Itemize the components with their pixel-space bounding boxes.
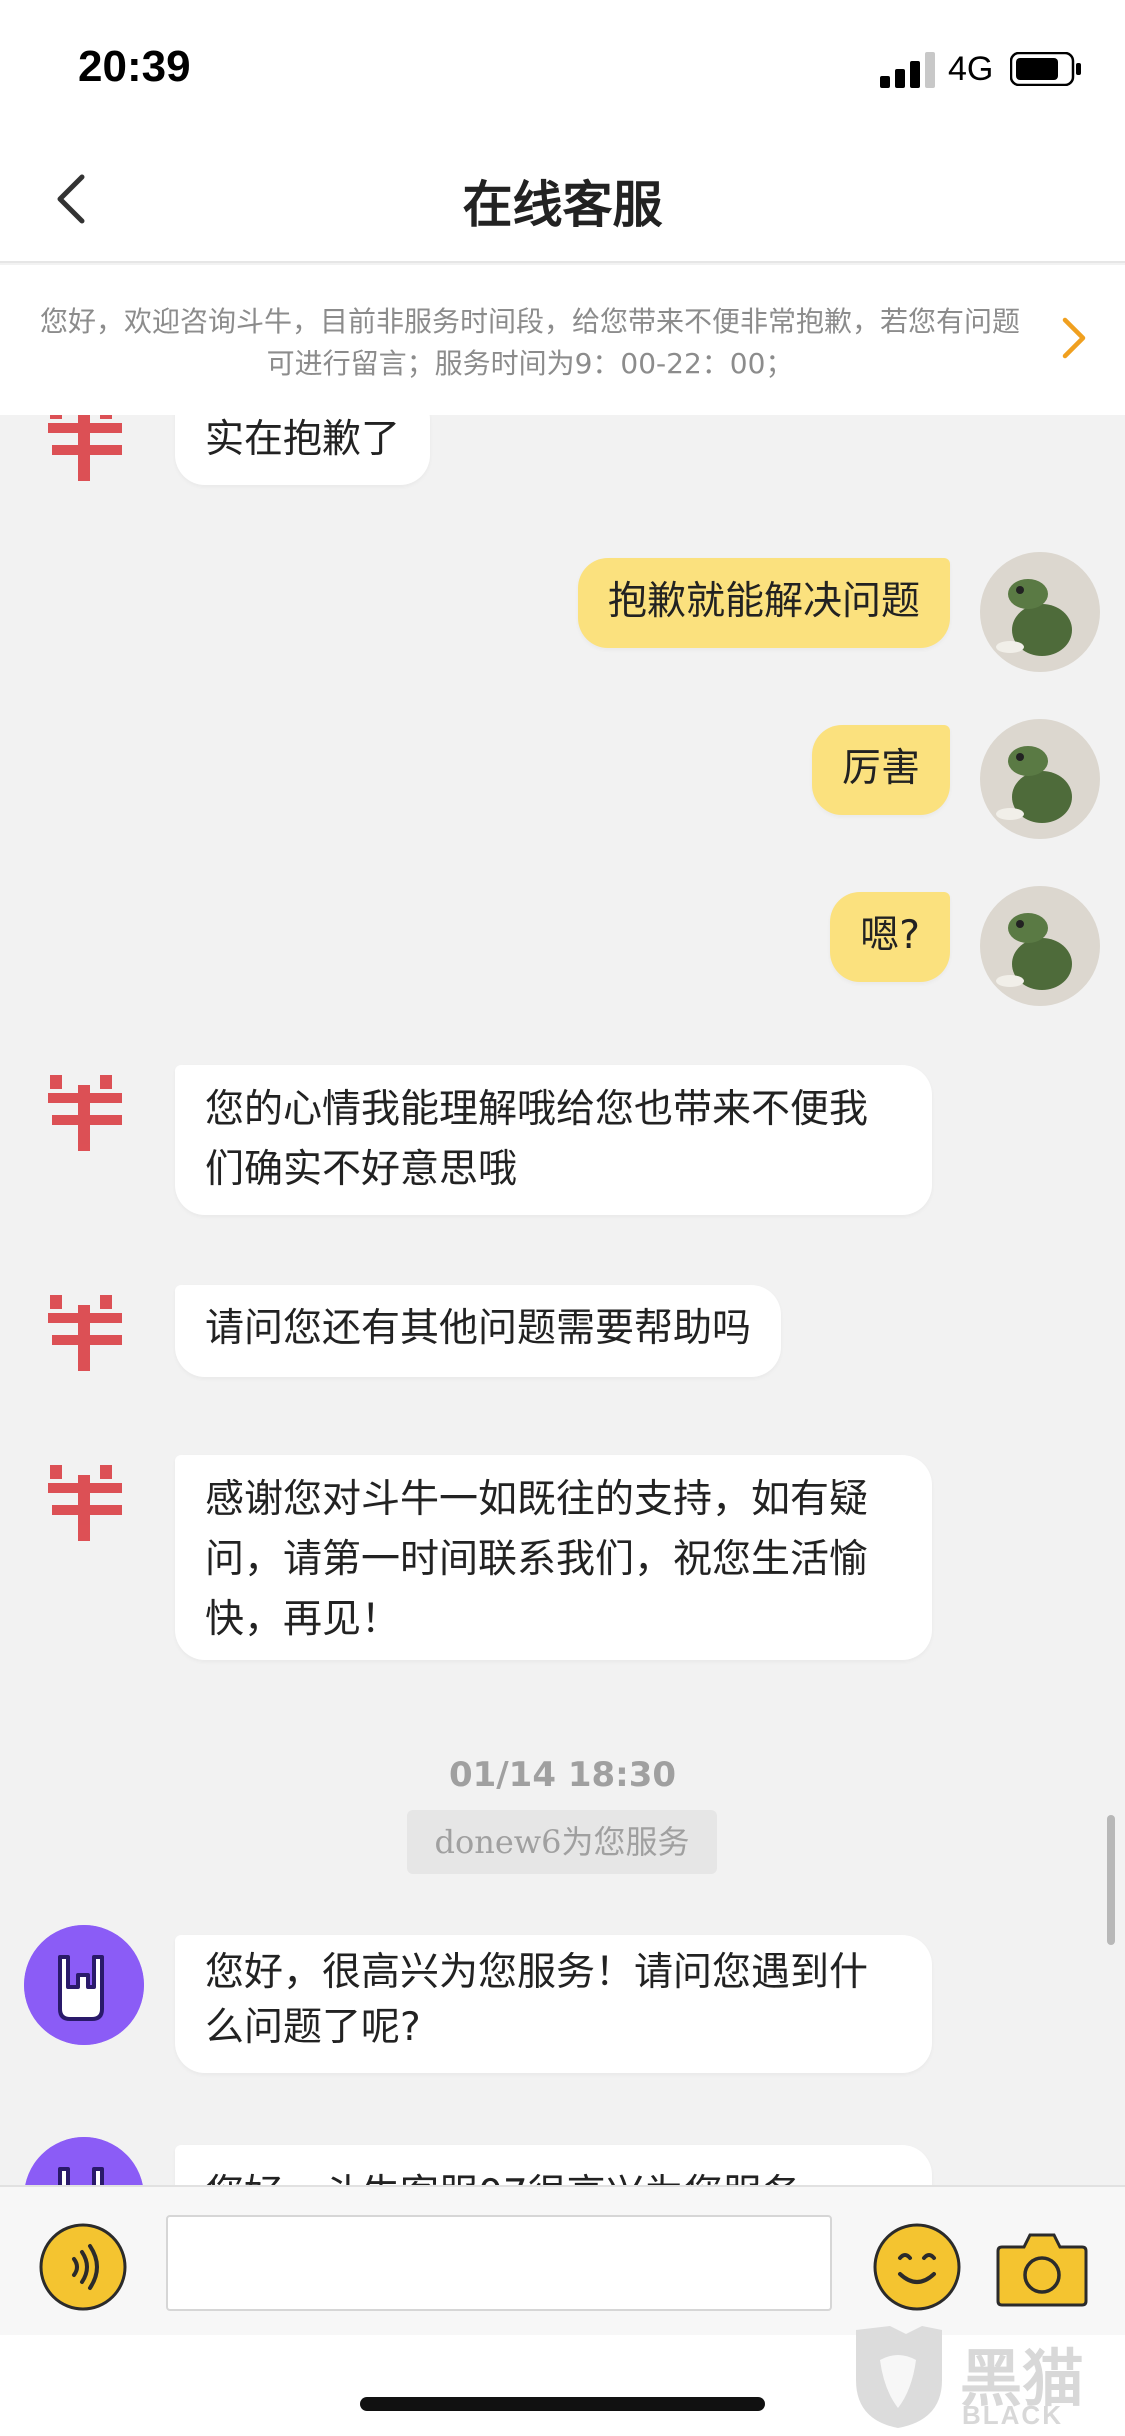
agent-avatar[interactable] (24, 2137, 144, 2185)
service-notice-banner[interactable]: 您好，欢迎咨询斗牛，目前非服务时间段，给您带来不便非常抱歉，若您有问题可进行留言… (0, 265, 1125, 415)
battery-icon (1010, 52, 1081, 86)
emoji-icon[interactable] (872, 2222, 962, 2312)
voice-icon[interactable] (38, 2222, 128, 2312)
chevron-right-icon[interactable] (1060, 315, 1088, 361)
chat-timestamp: 01/14 18:30 (448, 1755, 677, 1795)
page-title: 在线客服 (462, 176, 663, 234)
home-indicator[interactable] (360, 2397, 765, 2411)
nav-bar: 在线客服 (0, 135, 1125, 263)
agent-avatar[interactable] (24, 1925, 144, 2045)
message-bubble: 感谢您对斗牛一如既往的支持，如有疑问，请第一时间联系我们，祝您生活愉快，再见！ (175, 1455, 932, 1660)
message-bubble: 请问您还有其他问题需要帮助吗 (175, 1285, 782, 1377)
agent-logo-icon (48, 415, 122, 481)
signal-icon (880, 52, 935, 88)
user-avatar[interactable] (980, 552, 1100, 672)
frog-avatar-icon (980, 719, 1100, 839)
user-avatar[interactable] (980, 719, 1100, 839)
camera-icon[interactable] (994, 2225, 1090, 2309)
message-input[interactable] (166, 2215, 832, 2311)
status-bar: 20:39 4G (0, 0, 1125, 135)
agent-logo-icon (48, 1295, 122, 1371)
network-type: 4G (948, 50, 994, 88)
watermark-subtext: BLACK CAT (962, 2400, 1063, 2436)
message-bubble: 实在抱歉了 (175, 415, 431, 485)
service-agent-notice: donew6为您服务 (407, 1810, 717, 1874)
frog-avatar-icon (980, 552, 1100, 672)
chat-input-bar (0, 2185, 1125, 2335)
status-time: 20:39 (78, 42, 191, 91)
chat-message-list[interactable]: 实在抱歉了 抱歉就能解决问题 厉害 嗯? 您的心情我能理解哦给您也带来不便我们确… (0, 415, 1125, 2185)
notice-text: 您好，欢迎咨询斗牛，目前非服务时间段，给您带来不便非常抱歉，若您有问题可进行留言… (39, 305, 1020, 380)
user-avatar[interactable] (980, 886, 1100, 1006)
agent-logo-icon (48, 1465, 122, 1541)
rock-hand-icon (24, 1925, 144, 2045)
scrollbar[interactable] (1107, 1815, 1115, 1945)
message-bubble: 您好，斗牛客服07很高兴为您服务 (175, 2145, 932, 2185)
agent-logo-icon (48, 1075, 122, 1151)
message-bubble: 您的心情我能理解哦给您也带来不便我们确实不好意思哦 (175, 1065, 932, 1215)
message-bubble: 您好，很高兴为您服务！请问您遇到什么问题了呢? (175, 1935, 932, 2073)
rock-hand-icon (25, 2137, 143, 2185)
message-bubble: 抱歉就能解决问题 (577, 558, 950, 648)
message-bubble: 嗯? (830, 892, 950, 982)
frog-avatar-icon (980, 886, 1100, 1006)
message-bubble: 厉害 (811, 725, 950, 815)
